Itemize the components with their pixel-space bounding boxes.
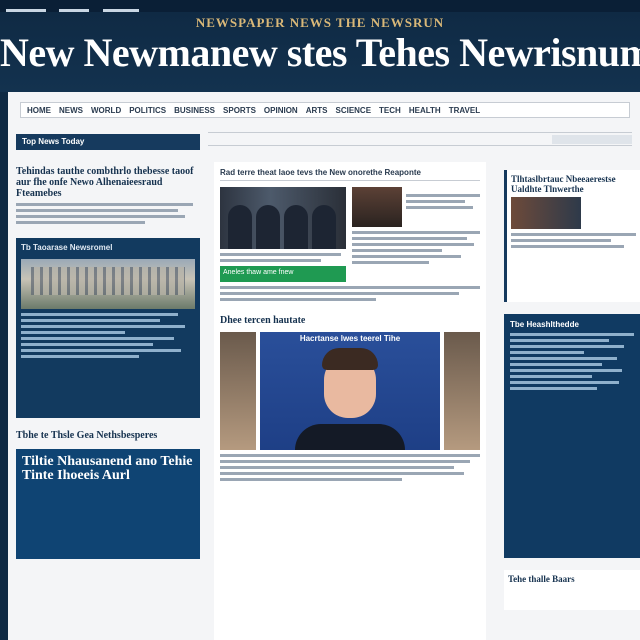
portrait-banner: Hacrtanse lwes teerel Tihe bbox=[299, 334, 401, 343]
nav-item-news[interactable]: NEWS bbox=[59, 106, 83, 115]
building-photo[interactable] bbox=[21, 259, 195, 309]
right-card-title[interactable]: Tlhtaslbrtauc Nbeeaerestse Ualdhte Tlnwe… bbox=[511, 174, 636, 194]
nav-item-opinion[interactable]: OPINION bbox=[264, 106, 298, 115]
site-logo[interactable]: New Newmanew stes Tehes Newrisnum bbox=[0, 31, 640, 75]
small-photo[interactable] bbox=[352, 187, 402, 227]
side-text-lines bbox=[406, 191, 480, 227]
center-section-title[interactable]: Dhee tercen hautate bbox=[220, 315, 480, 326]
center-column: Rad terre theat laoe tevs the New onoret… bbox=[214, 162, 486, 640]
nav-item-arts[interactable]: ARTS bbox=[306, 106, 328, 115]
left-promo-title[interactable]: Tiltie Nhausanend ano Tehie Tinte Ihoeei… bbox=[22, 455, 194, 483]
nav-item-tech[interactable]: TECH bbox=[379, 106, 401, 115]
right-footer-title[interactable]: Tehe thalle Baars bbox=[508, 574, 636, 584]
story-text-lines bbox=[16, 203, 200, 224]
nav-item-politics[interactable]: POLITICS bbox=[129, 106, 166, 115]
feature-text-lines bbox=[21, 313, 195, 358]
right-blue-title: Tbe Heashlthedde bbox=[510, 320, 579, 329]
left-column: Top News Today Tehindas tauthe combthrlo… bbox=[16, 134, 200, 559]
page-content: HOME NEWS WORLD POLITICS BUSINESS SPORTS… bbox=[8, 92, 640, 640]
center-top-row: Aneles thaw ame fnew bbox=[220, 187, 480, 282]
masthead: NEWSPAPER NEWS THE NEWSRUN New Newmanew … bbox=[0, 12, 640, 92]
left-section-title[interactable]: Tbhe te Thsle Gea Nethsbesperes bbox=[16, 430, 200, 441]
nav-item-travel[interactable]: TRAVEL bbox=[449, 106, 480, 115]
secondary-bar bbox=[208, 132, 632, 146]
nav-item-business[interactable]: BUSINESS bbox=[174, 106, 215, 115]
right-blue-panel[interactable]: Tbe Heashlthedde bbox=[504, 314, 640, 558]
right-card-photo[interactable] bbox=[511, 197, 581, 229]
right-column: Tlhtaslbrtauc Nbeeaerestse Ualdhte Tlnwe… bbox=[504, 170, 640, 610]
right-footer-card[interactable]: Tehe thalle Baars bbox=[504, 570, 640, 610]
right-blue-lines bbox=[510, 333, 634, 390]
masthead-tagline: NEWSPAPER NEWS THE NEWSRUN bbox=[195, 15, 445, 30]
article-text-lines bbox=[352, 231, 480, 264]
photo-caption-lines bbox=[220, 253, 346, 262]
left-side-photo[interactable] bbox=[220, 332, 256, 450]
left-lead-story[interactable]: Tehindas tauthe combthrlo thebesse taoof… bbox=[16, 166, 200, 224]
portrait-photo[interactable]: Hacrtanse lwes teerel Tihe bbox=[260, 332, 440, 450]
left-column-header: Top News Today bbox=[16, 134, 200, 150]
green-banner[interactable]: Aneles thaw ame fnew bbox=[220, 266, 346, 282]
nav-item-world[interactable]: WORLD bbox=[91, 106, 121, 115]
left-promo-box[interactable]: Tiltie Nhausanend ano Tehie Tinte Ihoeei… bbox=[16, 449, 200, 559]
right-story-card[interactable]: Tlhtaslbrtauc Nbeeaerestse Ualdhte Tlnwe… bbox=[504, 170, 640, 302]
left-story-title[interactable]: Tehindas tauthe combthrlo thebesse taoof… bbox=[16, 166, 200, 199]
center-body-lines bbox=[220, 286, 480, 301]
left-feature-caption: Tb Taoarase Newsromel bbox=[21, 243, 113, 252]
feature-photo-strip: Hacrtanse lwes teerel Tihe bbox=[220, 332, 480, 450]
right-card-lines bbox=[511, 233, 636, 248]
left-feature-panel[interactable]: Tb Taoarase Newsromel bbox=[16, 238, 200, 418]
nav-item-home[interactable]: HOME bbox=[27, 106, 51, 115]
top-utility-bar bbox=[0, 0, 640, 13]
nav-item-health[interactable]: HEALTH bbox=[409, 106, 441, 115]
center-header: Rad terre theat laoe tevs the New onoret… bbox=[220, 168, 480, 181]
main-navigation: HOME NEWS WORLD POLITICS BUSINESS SPORTS… bbox=[20, 102, 630, 118]
nav-item-sports[interactable]: SPORTS bbox=[223, 106, 256, 115]
search-input[interactable] bbox=[552, 135, 632, 144]
group-photo[interactable] bbox=[220, 187, 346, 249]
nav-item-science[interactable]: SCIENCE bbox=[335, 106, 371, 115]
right-side-photo[interactable] bbox=[444, 332, 480, 450]
feature-body-lines bbox=[220, 454, 480, 481]
